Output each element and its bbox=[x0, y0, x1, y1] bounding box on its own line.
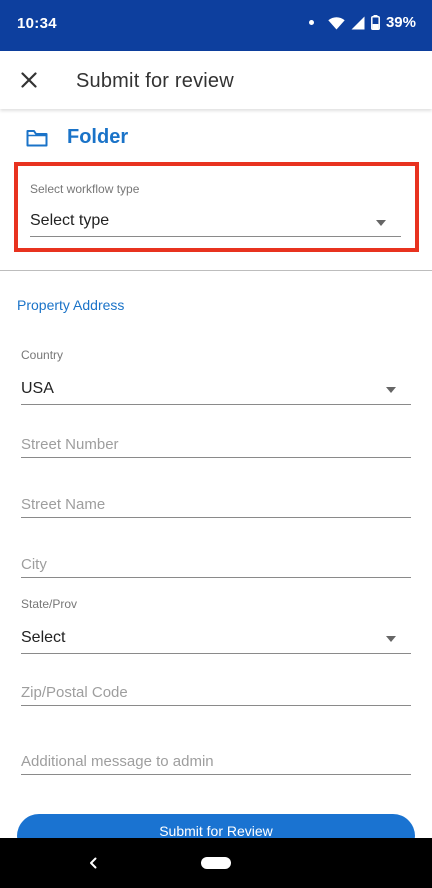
battery-level: 39% bbox=[385, 14, 416, 31]
city-input[interactable] bbox=[21, 551, 411, 578]
street-name-input[interactable] bbox=[21, 491, 411, 518]
status-time: 10:34 bbox=[17, 15, 57, 32]
section-title-property-address: Property Address bbox=[17, 297, 125, 313]
workflow-highlight: Select workflow type Select type bbox=[14, 162, 419, 252]
notification-dot-icon bbox=[308, 20, 314, 25]
folder-icon bbox=[26, 129, 48, 146]
dropdown-arrow-icon bbox=[376, 220, 386, 226]
street-number-input[interactable] bbox=[21, 431, 411, 458]
dropdown-arrow-icon bbox=[386, 387, 396, 393]
country-select[interactable]: USA bbox=[21, 378, 411, 405]
status-icons: 39% bbox=[308, 14, 416, 31]
divider bbox=[0, 270, 432, 271]
page-title: Submit for review bbox=[76, 70, 234, 92]
state-label: State/Prov bbox=[21, 597, 78, 611]
battery-icon bbox=[371, 15, 380, 30]
close-icon bbox=[21, 72, 37, 88]
dropdown-arrow-icon bbox=[386, 636, 396, 642]
wifi-icon bbox=[328, 16, 345, 29]
status-bar: 10:34 39% bbox=[0, 0, 432, 51]
folder-header: Folder bbox=[26, 126, 128, 149]
admin-message-input[interactable] bbox=[21, 748, 411, 775]
close-button[interactable] bbox=[14, 65, 44, 95]
navigation-bar bbox=[0, 838, 432, 888]
workflow-type-select[interactable]: Select type bbox=[30, 210, 401, 237]
back-icon[interactable] bbox=[86, 854, 100, 872]
state-value: Select bbox=[21, 629, 66, 646]
folder-label: Folder bbox=[67, 126, 129, 148]
zip-input[interactable] bbox=[21, 679, 411, 706]
workflow-type-label: Select workflow type bbox=[30, 182, 140, 196]
state-select[interactable]: Select bbox=[21, 627, 411, 654]
country-value: USA bbox=[21, 380, 54, 397]
app-bar: Submit for review bbox=[0, 51, 432, 109]
country-label: Country bbox=[21, 348, 64, 362]
signal-icon bbox=[351, 16, 365, 29]
home-pill-button[interactable] bbox=[201, 857, 231, 869]
workflow-type-value: Select type bbox=[30, 212, 110, 229]
